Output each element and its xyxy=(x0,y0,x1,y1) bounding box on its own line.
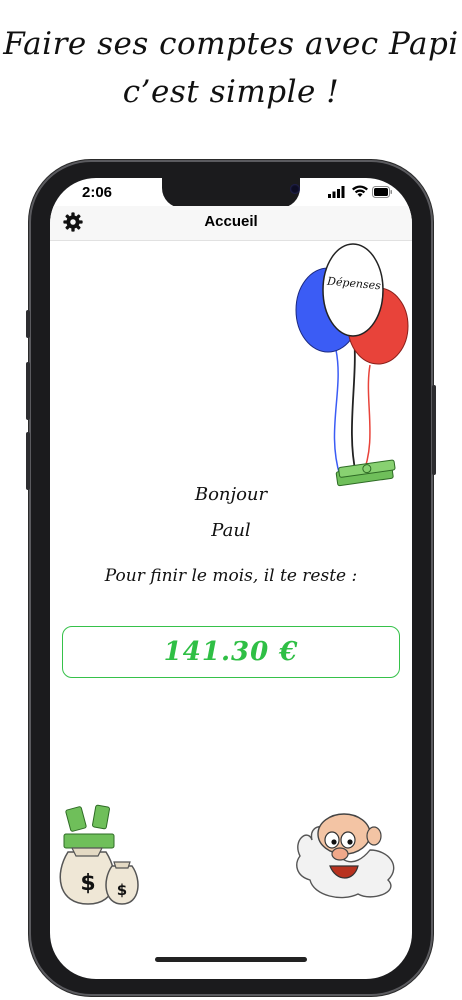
nav-title: Accueil xyxy=(204,213,258,230)
svg-text:$: $ xyxy=(117,881,127,899)
user-name: Paul xyxy=(211,520,251,541)
navigation-bar: Accueil xyxy=(50,206,412,241)
headline-line-1: Faire ses comptes avec Papi xyxy=(3,26,459,62)
volume-up-button xyxy=(26,362,30,420)
notch xyxy=(162,178,300,208)
battery-icon xyxy=(372,186,392,198)
money-bags-illustration: $ $ xyxy=(59,804,139,905)
volume-down-button xyxy=(26,432,30,490)
ear xyxy=(366,826,382,846)
marketing-headline: Faire ses comptes avec Papi c’est simple… xyxy=(0,20,462,116)
home-indicator[interactable] xyxy=(155,957,307,962)
remaining-label: Pour finir le mois, il te reste : xyxy=(104,566,358,586)
greeting-text: Bonjour xyxy=(194,484,268,505)
power-button xyxy=(432,385,436,475)
remaining-amount: 141.30 € xyxy=(163,637,299,667)
remaining-amount-box[interactable]: 141.30 € xyxy=(62,626,400,678)
headline-line-2: c’est simple ! xyxy=(122,74,340,110)
svg-text:$: $ xyxy=(80,871,95,896)
camera-icon xyxy=(290,184,300,194)
nose xyxy=(331,847,349,861)
status-time: 2:06 xyxy=(82,184,113,201)
cellular-icon xyxy=(328,186,345,198)
flying-bills-icon xyxy=(63,804,115,849)
status-icons xyxy=(328,185,392,198)
papi-character xyxy=(296,813,395,899)
mute-switch xyxy=(26,310,30,338)
cash-bundle-icon xyxy=(335,459,396,487)
app-screen: 2:06 Accueil Dépenses Bonjour Paul Pour … xyxy=(50,178,412,979)
wifi-icon xyxy=(352,185,368,197)
